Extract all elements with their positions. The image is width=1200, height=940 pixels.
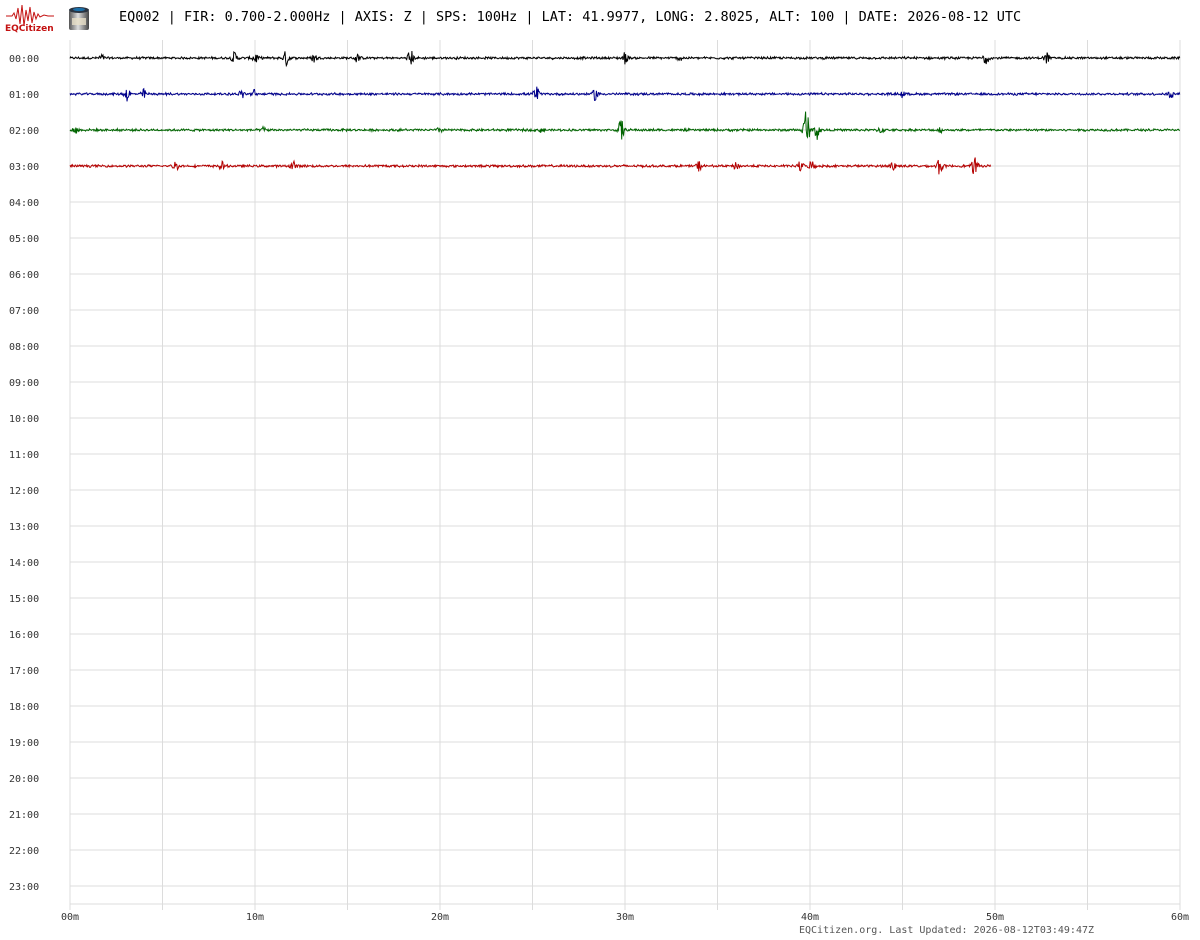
hour-label: 11:00 bbox=[9, 450, 39, 461]
hour-label: 22:00 bbox=[9, 846, 39, 857]
hour-label: 07:00 bbox=[9, 306, 39, 317]
minute-tick-label: 60m bbox=[1171, 912, 1189, 923]
seismogram-chart: 00:00 01:00 02:00 03:00 04:00 05:00 06:00 07:00… bbox=[9, 40, 1189, 923]
minute-tick-label: 10m bbox=[246, 912, 264, 923]
hour-label: 14:00 bbox=[9, 558, 39, 569]
hour-label: 10:00 bbox=[9, 414, 39, 425]
hour-label: 01:00 bbox=[9, 90, 39, 101]
minute-tick-label: 50m bbox=[986, 912, 1004, 923]
minute-tick-label: 40m bbox=[801, 912, 819, 923]
trace-0300 bbox=[69, 157, 992, 175]
hour-label: 04:00 bbox=[9, 198, 39, 209]
hour-label: 17:00 bbox=[9, 666, 39, 677]
hour-label: 15:00 bbox=[9, 594, 39, 605]
hour-label: 12:00 bbox=[9, 486, 39, 497]
hour-label: 03:00 bbox=[9, 162, 39, 173]
minute-tick-label: 20m bbox=[431, 912, 449, 923]
footer-updated: EQCitizen.org. Last Updated: 2026-08-12T… bbox=[799, 925, 1095, 936]
hour-label: 13:00 bbox=[9, 522, 39, 533]
hour-label: 18:00 bbox=[9, 702, 39, 713]
grid bbox=[69, 40, 1181, 910]
hour-label: 00:00 bbox=[9, 54, 39, 65]
minute-tick-label: 00m bbox=[61, 912, 79, 923]
hour-label: 20:00 bbox=[9, 774, 39, 785]
hour-label: 19:00 bbox=[9, 738, 39, 749]
hour-label: 09:00 bbox=[9, 378, 39, 389]
hour-label: 02:00 bbox=[9, 126, 39, 137]
hour-label: 23:00 bbox=[9, 882, 39, 893]
hour-label: 16:00 bbox=[9, 630, 39, 641]
axis-labels: 00:00 01:00 02:00 03:00 04:00 05:00 06:00 07:00… bbox=[9, 54, 1189, 923]
hour-label: 06:00 bbox=[9, 270, 39, 281]
minute-tick-label: 30m bbox=[616, 912, 634, 923]
hour-label: 21:00 bbox=[9, 810, 39, 821]
hour-label: 05:00 bbox=[9, 234, 39, 245]
hour-label: 08:00 bbox=[9, 342, 39, 353]
